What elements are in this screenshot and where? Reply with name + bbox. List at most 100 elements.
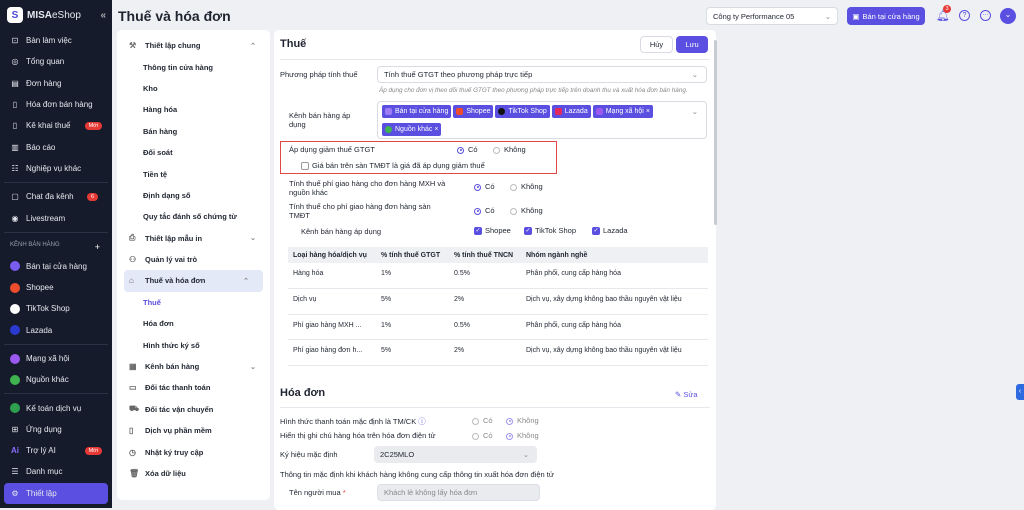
radio-button[interactable] — [510, 183, 517, 191]
edit-invoice-button[interactable]: ✎ Sửa — [675, 390, 698, 399]
radio-button[interactable] — [472, 417, 479, 425]
side-panel-toggle[interactable]: ‹ — [1016, 384, 1024, 400]
nav-digital-signature[interactable]: Hình thức ký số — [117, 334, 270, 355]
channel-tag[interactable]: Lazada — [551, 105, 591, 118]
lazada-icon — [554, 108, 562, 115]
vat-reduction-yes[interactable]: Có — [457, 145, 478, 154]
nav-print-templates[interactable]: ⎙ Thiết lập mẫu in ⌄ — [117, 228, 270, 249]
pay-method-no[interactable]: Không — [506, 416, 539, 425]
nav-roles[interactable]: ⚇ Quản lý vai trò — [117, 249, 270, 270]
nav-general[interactable]: ⚒ Thiết lập chung ⌃ — [117, 35, 270, 56]
ship-ecom-yes[interactable]: Có — [474, 206, 495, 215]
sidebar-item-desk[interactable]: ⊡ Bàn làm việc — [0, 30, 112, 51]
radio-button[interactable] — [474, 183, 481, 191]
channels-multiselect[interactable]: Bán tại cửa hàng Shopee TikTok Shop Laza… — [377, 101, 707, 139]
channel-tag[interactable]: Bán tại cửa hàng — [382, 105, 452, 118]
nav-number-format[interactable]: Định dạng số — [117, 185, 270, 206]
nav-software-services[interactable]: ▯ Dịch vụ phần mềm — [117, 420, 270, 441]
sidebar-item-ai[interactable]: Ai Trợ lý AI Mới — [0, 440, 112, 461]
tax-method-select[interactable]: Tính thuế GTGT theo phương pháp trực tiế… — [377, 66, 707, 83]
sidebar-item-other-source[interactable]: Nguồn khác — [0, 369, 112, 390]
nav-store-info[interactable]: Thông tin cửa hàng — [117, 56, 270, 77]
symbol-select[interactable]: 2C25MLO ⌄ — [374, 446, 537, 463]
sidebar-item-other-ops[interactable]: ☷ Nghiệp vụ khác — [0, 158, 112, 179]
logo[interactable]: S MISA eShop « — [0, 0, 112, 30]
radio-button[interactable] — [506, 432, 513, 440]
remove-tag-icon[interactable]: × — [646, 108, 650, 115]
nav-warehouse[interactable]: Kho — [117, 78, 270, 99]
radio-button[interactable] — [474, 207, 481, 215]
channel-tag[interactable]: Nguồn khác × — [382, 122, 442, 136]
ship-social-yes[interactable]: Có — [474, 182, 495, 191]
save-button[interactable]: Lưu — [676, 36, 708, 53]
show-note-yes[interactable]: Có — [472, 431, 493, 440]
sidebar-item-chat[interactable]: ▢ Chat đa kênh 6 — [0, 186, 112, 207]
sidebar-item-tax-declaration[interactable]: ▯ Kê khai thuế Mới — [0, 115, 112, 136]
apply-shopee-checkbox[interactable]: ✓ Shopee — [474, 226, 511, 236]
sidebar-item-overview[interactable]: ◎ Tổng quan — [0, 51, 112, 72]
radio-button[interactable] — [493, 146, 500, 154]
store-sale-button[interactable]: ▣ Bán tại cửa hàng — [847, 7, 925, 25]
nav-tax[interactable]: Thuế — [117, 292, 270, 313]
nav-numbering-rules[interactable]: Quy tắc đánh số chứng từ — [117, 206, 270, 227]
apply-lazada-checkbox[interactable]: ✓ Lazada — [592, 226, 628, 236]
sidebar-item-store[interactable]: Bán tại cửa hàng — [0, 256, 112, 277]
ecom-price-reduced-checkbox[interactable]: Giá bán trên sàn TMĐT là giá đã áp dụng … — [301, 161, 485, 171]
checkbox[interactable]: ✓ — [524, 227, 532, 236]
sidebar-item-settings[interactable]: ⚙ Thiết lập — [4, 482, 108, 504]
nav-payment-partners[interactable]: ▭ Đối tác thanh toán — [117, 377, 270, 398]
ship-ecom-no[interactable]: Không — [510, 206, 543, 215]
nav-shipping-partners[interactable]: ⛟ Đối tác vận chuyển — [117, 399, 270, 420]
help-icon[interactable]: ? — [959, 10, 970, 21]
scrollbar[interactable] — [714, 40, 717, 225]
sidebar-item-apps[interactable]: ⊞ Ứng dụng — [0, 419, 112, 440]
nav-sales[interactable]: Bán hàng — [117, 121, 270, 142]
channel-tag[interactable]: Shopee — [453, 105, 494, 118]
bell-icon[interactable]: 🔔︎ 3 — [936, 5, 951, 27]
nav-tax-invoice[interactable]: ⌂ Thuế và hóa đơn ⌃ — [124, 270, 263, 292]
nav-delete-data[interactable]: 🗑︎ Xóa dữ liệu — [117, 463, 270, 484]
checkbox[interactable]: ✓ — [474, 227, 482, 236]
nav-goods[interactable]: Hàng hóa — [117, 99, 270, 120]
nav-reconcile[interactable]: Đối soát — [117, 142, 270, 163]
apply-tiktok-checkbox[interactable]: ✓ TikTok Shop — [524, 226, 576, 236]
sidebar-item-sales-invoice[interactable]: ▯ Hóa đơn bán hàng — [0, 94, 112, 115]
remove-tag-icon[interactable]: × — [434, 126, 438, 133]
avatar[interactable]: ⌄ — [1000, 8, 1016, 24]
collapse-sidebar-button[interactable]: « — [100, 10, 106, 21]
nav-currency[interactable]: Tiền tệ — [117, 163, 270, 184]
document-icon: ▯ — [12, 100, 18, 110]
add-channel-button[interactable]: + — [95, 242, 100, 252]
info-icon[interactable]: ⓘ — [418, 417, 426, 426]
buyer-name-input[interactable]: Khách lẻ không lấy hóa đơn — [377, 484, 540, 501]
truck-icon: ⛟ — [129, 404, 140, 414]
ship-social-no[interactable]: Không — [510, 182, 543, 191]
pay-method-yes[interactable]: Có — [472, 416, 493, 425]
sidebar-item-livestream[interactable]: ◉ Livestream — [0, 207, 112, 228]
radio-button[interactable] — [457, 146, 464, 154]
sidebar-item-reports[interactable]: ▥ Báo cáo — [0, 136, 112, 157]
checkbox[interactable] — [301, 162, 309, 171]
sidebar-item-social[interactable]: Mạng xã hội — [0, 348, 112, 369]
checkbox[interactable]: ✓ — [592, 227, 600, 236]
sidebar-item-shopee[interactable]: Shopee — [0, 277, 112, 298]
show-note-no[interactable]: Không — [506, 431, 539, 440]
more-icon[interactable]: … — [980, 10, 991, 21]
vat-reduction-no[interactable]: Không — [493, 145, 526, 154]
company-select[interactable]: Công ty Performance 05 ⌄ — [706, 7, 838, 25]
cancel-button[interactable]: Hủy — [640, 36, 673, 53]
radio-button[interactable] — [510, 207, 517, 215]
sidebar-item-tiktok[interactable]: TikTok Shop — [0, 298, 112, 319]
nav-access-log[interactable]: ◷ Nhật ký truy cập — [117, 441, 270, 462]
table-row: Dịch vụ 5% 2% Dịch vụ, xây dựng không bao t… — [288, 288, 708, 315]
radio-button[interactable] — [472, 432, 479, 440]
sidebar-item-lazada[interactable]: Lazada — [0, 320, 112, 341]
nav-invoice[interactable]: Hóa đơn — [117, 313, 270, 334]
channel-tag[interactable]: Mạng xã hội × — [592, 105, 653, 118]
radio-button[interactable] — [506, 417, 513, 425]
channel-tag[interactable]: TikTok Shop — [495, 105, 550, 118]
sidebar-item-catalog[interactable]: ☰ Danh mục — [0, 461, 112, 482]
nav-sales-channels[interactable]: ▦ Kênh bán hàng ⌄ — [117, 356, 270, 377]
sidebar-item-orders[interactable]: ▤ Đơn hàng — [0, 73, 112, 94]
sidebar-item-accounting[interactable]: Kế toán dịch vụ — [0, 397, 112, 418]
